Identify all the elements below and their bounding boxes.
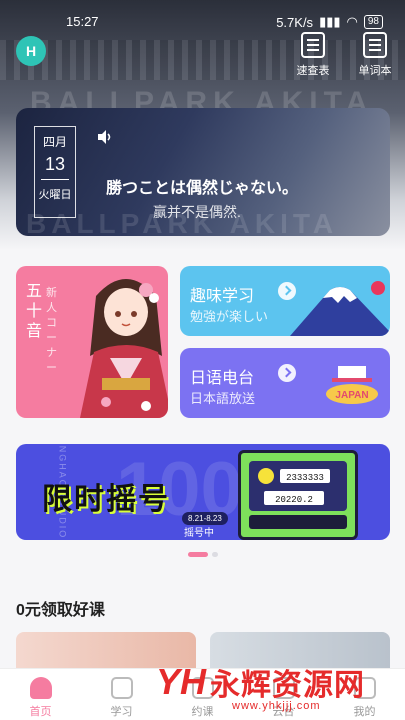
wordbook-label: 单词本 — [358, 65, 392, 77]
date-weekday: 火曜日 — [38, 189, 72, 201]
lottery-slot — [249, 515, 347, 529]
watermark-name: 永辉资源网 — [210, 669, 366, 702]
hero-crowd — [0, 40, 405, 80]
dictionary-button[interactable]: 速查表 — [290, 32, 336, 78]
beginner-title: 五十音 — [26, 283, 43, 340]
card-fun-learning[interactable]: 趣味学习 勉強が楽しい — [180, 266, 390, 336]
tab-booking-label: 约课 — [191, 706, 214, 718]
carousel-dot — [212, 552, 218, 557]
quote-japanese: 勝つことは偶然じゃない。 — [106, 180, 299, 197]
lottery-window: 2333333 20220.2 — [249, 461, 347, 511]
beginner-subtitle: 新人コーナー — [46, 287, 57, 374]
card-japanese-radio[interactable]: 日语电台 日本語放送 JAPAN — [180, 348, 390, 418]
lottery-counter-text: 2333333 — [286, 473, 324, 483]
mount-fuji-icon — [290, 281, 390, 336]
app-logo[interactable]: H — [16, 36, 46, 66]
date-month: 四月 — [42, 135, 67, 149]
date-box: 四月 13 火曜日 — [34, 126, 76, 218]
fun-subtitle: 勉強が楽しい — [190, 309, 269, 324]
speaker-icon[interactable] — [96, 128, 114, 146]
japan-badge-text: JAPAN — [335, 390, 368, 401]
carousel-indicator — [188, 552, 218, 557]
watermark: YH 永辉资源网 www.yhkjjj.com — [156, 660, 366, 712]
fun-title: 趣味学习 — [190, 288, 255, 305]
signal-icon: ▮▮▮ — [319, 14, 341, 29]
network-speed: 5.7K/s — [276, 14, 314, 30]
dictionary-icon — [301, 32, 325, 58]
kimono-girl-illustration — [80, 279, 168, 418]
dictionary-label: 速查表 — [296, 65, 330, 77]
wifi-icon: ◠ — [346, 14, 358, 29]
tab-home-label: 首页 — [29, 706, 52, 718]
card-beginner[interactable]: 五十音 新人コーナー — [16, 266, 168, 418]
quote-chinese: 赢并不是偶然. — [153, 204, 241, 220]
status-right: 5.7K/s ▮▮▮ ◠ 98 — [276, 14, 383, 30]
date-day: 13 — [41, 154, 69, 180]
status-time: 15:27 — [66, 14, 99, 29]
battery-icon: 98 — [363, 15, 383, 29]
wordbook-button[interactable]: 单词本 — [352, 32, 398, 78]
wordbook-icon — [363, 32, 387, 58]
lottery-machine-illustration: 2333333 20220.2 — [238, 450, 358, 540]
tab-home[interactable]: 首页 — [0, 669, 81, 720]
promo-status: 摇号中 — [184, 528, 214, 539]
watermark-logo: YH — [156, 661, 207, 702]
section-title: 0元领取好课 — [16, 602, 105, 619]
radio-title: 日语电台 — [190, 370, 255, 387]
japan-badge-icon: JAPAN — [326, 366, 378, 404]
carousel-dot-active — [188, 552, 208, 557]
daily-quote-banner[interactable]: BALLPARK AKITA 四月 13 火曜日 勝つことは偶然じゃない。 赢并… — [16, 108, 390, 236]
tab-study[interactable]: 学习 — [81, 669, 162, 720]
bookmark-icon — [110, 677, 133, 699]
promo-title: 限时摇号 — [42, 483, 170, 516]
lottery-counter: 2333333 20220.2 — [258, 468, 330, 505]
lottery-machine-text: 20220.2 — [275, 495, 313, 505]
tab-profile-label: 我的 — [353, 706, 376, 718]
tab-study-label: 学习 — [110, 706, 133, 718]
promo-banner[interactable]: 100 LANGHAO STUDIO 限时摇号 8.21-8.23 摇号中 23… — [16, 444, 390, 540]
chevron-right-icon — [278, 364, 296, 382]
home-icon — [29, 677, 52, 699]
status-bar: 15:27 5.7K/s ▮▮▮ ◠ 98 — [0, 0, 405, 40]
radio-subtitle: 日本語放送 — [190, 391, 256, 406]
watermark-url: www.yhkjjj.com — [232, 700, 321, 712]
